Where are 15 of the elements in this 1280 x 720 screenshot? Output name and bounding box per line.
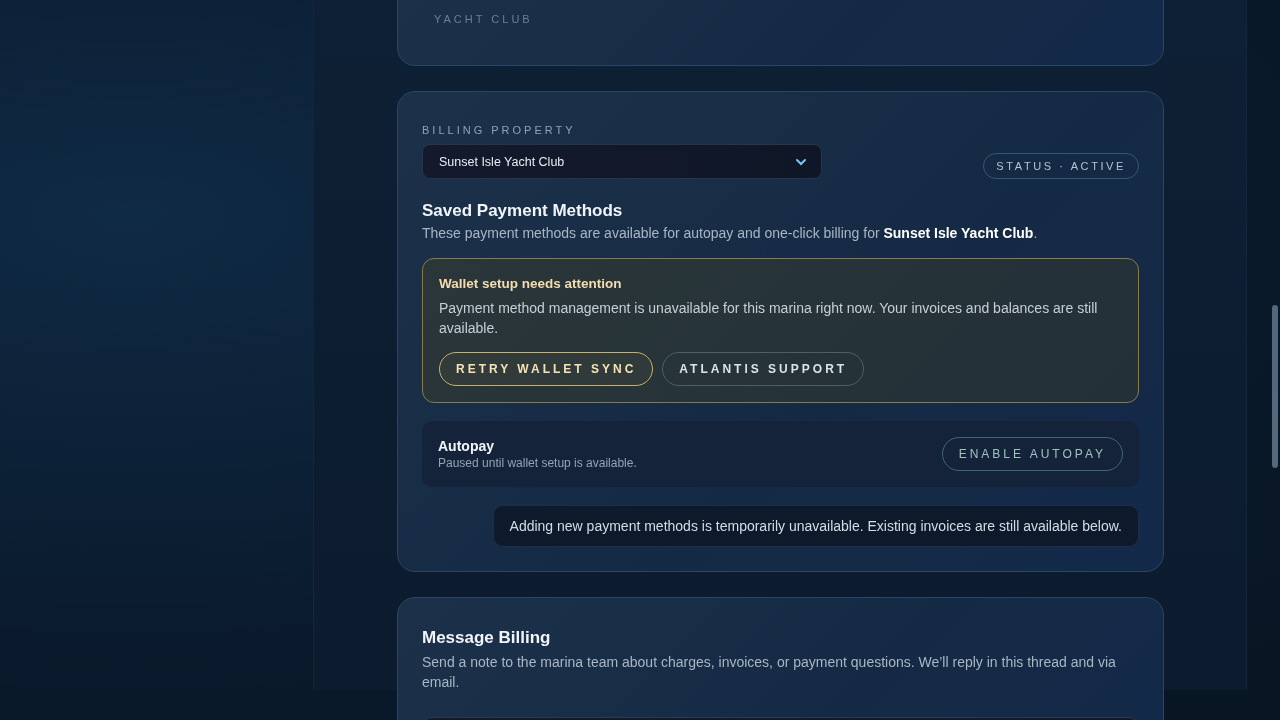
section-title: Message Billing bbox=[422, 628, 552, 648]
autopay-note: Paused until wallet setup is available. bbox=[438, 456, 637, 470]
section-description: These payment methods are available for autopay and one-click billing for Sunset Isle Yacht Club. bbox=[422, 225, 1039, 241]
scrollbar-thumb[interactable] bbox=[1272, 305, 1278, 468]
warning-title: Wallet setup needs attention bbox=[439, 276, 623, 291]
property-select[interactable]: Sunset Isle Yacht Club bbox=[422, 144, 822, 179]
field-label: BILLING PROPERTY bbox=[422, 124, 576, 136]
property-name: YACHT CLUB bbox=[434, 13, 534, 25]
autopay-title: Autopay bbox=[438, 438, 495, 454]
warning-message: Payment method management is unavailable for this marina right now. Your invoices and balances are still available. bbox=[439, 299, 1099, 338]
notice-message: Adding new payment methods is temporarily unavailable. Existing invoices are still available below. bbox=[492, 505, 1139, 547]
section-description: Send a note to the marina team about charges, invoices, or payment questions. We’ll reply in this thread and via email. bbox=[422, 653, 1117, 692]
retry-button[interactable]: RETRY WALLET SYNC bbox=[439, 352, 654, 386]
section-title: Saved Payment Methods bbox=[422, 201, 624, 221]
chevron-down-icon bbox=[795, 157, 807, 166]
